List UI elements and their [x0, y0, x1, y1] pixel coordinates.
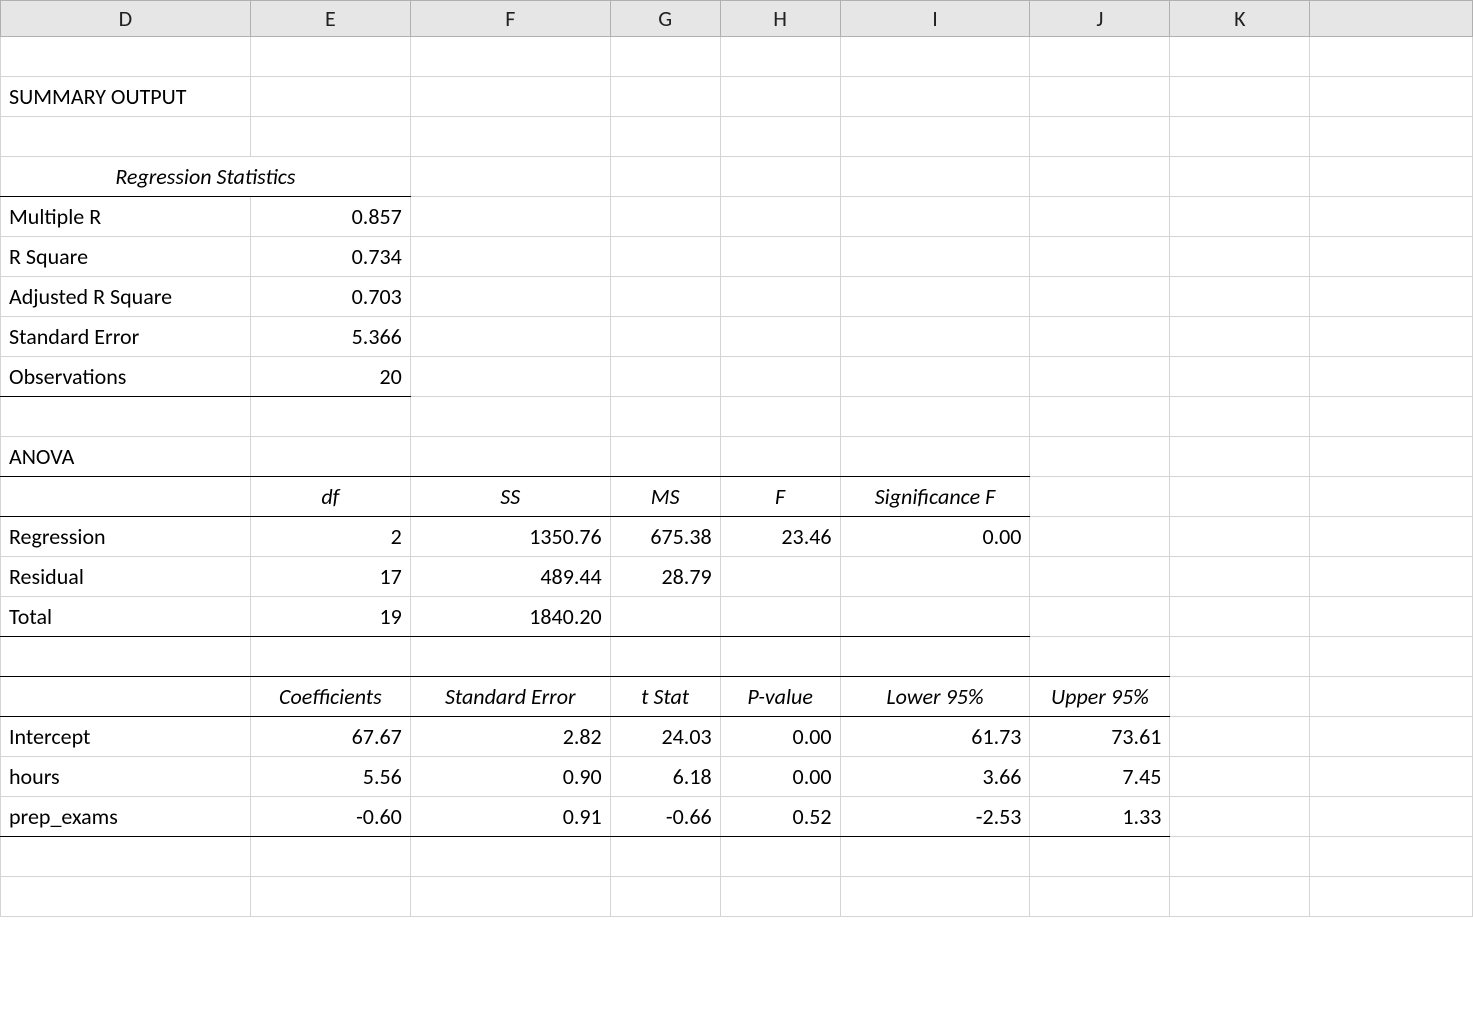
- coef-p[interactable]: 0.00: [720, 717, 840, 757]
- column-header-row[interactable]: D E F G H I J K: [1, 1, 1473, 37]
- coef-t[interactable]: 6.18: [610, 757, 720, 797]
- reg-stat-label[interactable]: Observations: [1, 357, 251, 397]
- anova-row-total[interactable]: Total 19 1840.20: [1, 597, 1473, 637]
- coef-value[interactable]: 5.56: [250, 757, 410, 797]
- coef-header-coef[interactable]: Coefficients: [250, 677, 410, 717]
- anova-df[interactable]: 17: [250, 557, 410, 597]
- anova-header-ms[interactable]: MS: [610, 477, 720, 517]
- reg-stat-label[interactable]: Adjusted R Square: [1, 277, 251, 317]
- coef-se[interactable]: 0.91: [410, 797, 610, 837]
- reg-stat-value[interactable]: 0.857: [250, 197, 410, 237]
- anova-header-df[interactable]: df: [250, 477, 410, 517]
- reg-stats-header-row[interactable]: Regression Statistics: [1, 157, 1473, 197]
- anova-ms[interactable]: [610, 597, 720, 637]
- coef-value[interactable]: -0.60: [250, 797, 410, 837]
- anova-title[interactable]: ANOVA: [1, 437, 251, 477]
- anova-header-ss[interactable]: SS: [410, 477, 610, 517]
- reg-stat-value[interactable]: 20: [250, 357, 410, 397]
- coef-lo[interactable]: -2.53: [840, 797, 1030, 837]
- summary-output-row[interactable]: SUMMARY OUTPUT: [1, 77, 1473, 117]
- coef-header-p[interactable]: P-value: [720, 677, 840, 717]
- coef-value[interactable]: 67.67: [250, 717, 410, 757]
- coef-label[interactable]: hours: [1, 757, 251, 797]
- coef-header-lo[interactable]: Lower 95%: [840, 677, 1030, 717]
- coef-row-intercept[interactable]: Intercept 67.67 2.82 24.03 0.00 61.73 73…: [1, 717, 1473, 757]
- anova-ss[interactable]: 489.44: [410, 557, 610, 597]
- coef-hi[interactable]: 73.61: [1030, 717, 1170, 757]
- anova-f[interactable]: [720, 597, 840, 637]
- empty-row[interactable]: [1, 397, 1473, 437]
- coef-header-hi[interactable]: Upper 95%: [1030, 677, 1170, 717]
- coef-row-hours[interactable]: hours 5.56 0.90 6.18 0.00 3.66 7.45: [1, 757, 1473, 797]
- anova-ms[interactable]: 28.79: [610, 557, 720, 597]
- anova-sigf[interactable]: [840, 557, 1030, 597]
- anova-sigf[interactable]: [840, 597, 1030, 637]
- anova-label[interactable]: Total: [1, 597, 251, 637]
- anova-df[interactable]: 19: [250, 597, 410, 637]
- col-header-G[interactable]: G: [610, 1, 720, 37]
- col-header-I[interactable]: I: [840, 1, 1030, 37]
- reg-stat-row[interactable]: Adjusted R Square 0.703: [1, 277, 1473, 317]
- coef-se[interactable]: 2.82: [410, 717, 610, 757]
- anova-ss[interactable]: 1840.20: [410, 597, 610, 637]
- anova-label[interactable]: Regression: [1, 517, 251, 557]
- reg-stat-value[interactable]: 0.734: [250, 237, 410, 277]
- reg-stat-label[interactable]: Standard Error: [1, 317, 251, 357]
- coef-label[interactable]: prep_exams: [1, 797, 251, 837]
- anova-row-regression[interactable]: Regression 2 1350.76 675.38 23.46 0.00: [1, 517, 1473, 557]
- empty-row[interactable]: [1, 37, 1473, 77]
- col-header-E[interactable]: E: [250, 1, 410, 37]
- coef-row-prep-exams[interactable]: prep_exams -0.60 0.91 -0.66 0.52 -2.53 1…: [1, 797, 1473, 837]
- reg-stat-row[interactable]: Standard Error 5.366: [1, 317, 1473, 357]
- anova-title-row[interactable]: ANOVA: [1, 437, 1473, 477]
- anova-header-f[interactable]: F: [720, 477, 840, 517]
- anova-ss[interactable]: 1350.76: [410, 517, 610, 557]
- coef-p[interactable]: 0.52: [720, 797, 840, 837]
- reg-stat-value[interactable]: 0.703: [250, 277, 410, 317]
- coef-hi[interactable]: 7.45: [1030, 757, 1170, 797]
- anova-label[interactable]: Residual: [1, 557, 251, 597]
- coef-p[interactable]: 0.00: [720, 757, 840, 797]
- coef-header-t[interactable]: t Stat: [610, 677, 720, 717]
- col-header-H[interactable]: H: [720, 1, 840, 37]
- col-header-extra[interactable]: [1310, 1, 1473, 37]
- anova-ms[interactable]: 675.38: [610, 517, 720, 557]
- reg-stat-row[interactable]: Multiple R 0.857: [1, 197, 1473, 237]
- coef-se[interactable]: 0.90: [410, 757, 610, 797]
- coef-lo[interactable]: 3.66: [840, 757, 1030, 797]
- anova-header-row[interactable]: df SS MS F Significance F: [1, 477, 1473, 517]
- anova-row-residual[interactable]: Residual 17 489.44 28.79: [1, 557, 1473, 597]
- col-header-J[interactable]: J: [1030, 1, 1170, 37]
- coef-t[interactable]: -0.66: [610, 797, 720, 837]
- col-header-F[interactable]: F: [410, 1, 610, 37]
- col-header-K[interactable]: K: [1170, 1, 1310, 37]
- reg-stat-row[interactable]: Observations 20: [1, 357, 1473, 397]
- summary-output-title[interactable]: SUMMARY OUTPUT: [1, 77, 251, 117]
- coef-label[interactable]: Intercept: [1, 717, 251, 757]
- anova-df[interactable]: 2: [250, 517, 410, 557]
- reg-stat-label[interactable]: Multiple R: [1, 197, 251, 237]
- coef-header-se[interactable]: Standard Error: [410, 677, 610, 717]
- empty-row[interactable]: [1, 837, 1473, 877]
- anova-f[interactable]: 23.46: [720, 517, 840, 557]
- reg-stat-row[interactable]: R Square 0.734: [1, 237, 1473, 277]
- spreadsheet-grid[interactable]: D E F G H I J K SUMMARY OUTPUT Regressio…: [0, 0, 1473, 917]
- coef-header-row[interactable]: Coefficients Standard Error t Stat P-val…: [1, 677, 1473, 717]
- empty-row[interactable]: [1, 637, 1473, 677]
- anova-sigf[interactable]: 0.00: [840, 517, 1030, 557]
- coef-lo[interactable]: 61.73: [840, 717, 1030, 757]
- reg-stat-label[interactable]: R Square: [1, 237, 251, 277]
- anova-f[interactable]: [720, 557, 840, 597]
- coef-hi[interactable]: 1.33: [1030, 797, 1170, 837]
- coef-t[interactable]: 24.03: [610, 717, 720, 757]
- reg-stats-header[interactable]: Regression Statistics: [1, 157, 411, 197]
- reg-stat-value[interactable]: 5.366: [250, 317, 410, 357]
- empty-row[interactable]: [1, 117, 1473, 157]
- col-header-D[interactable]: D: [1, 1, 251, 37]
- empty-row[interactable]: [1, 877, 1473, 917]
- anova-header-sigf[interactable]: Significance F: [840, 477, 1030, 517]
